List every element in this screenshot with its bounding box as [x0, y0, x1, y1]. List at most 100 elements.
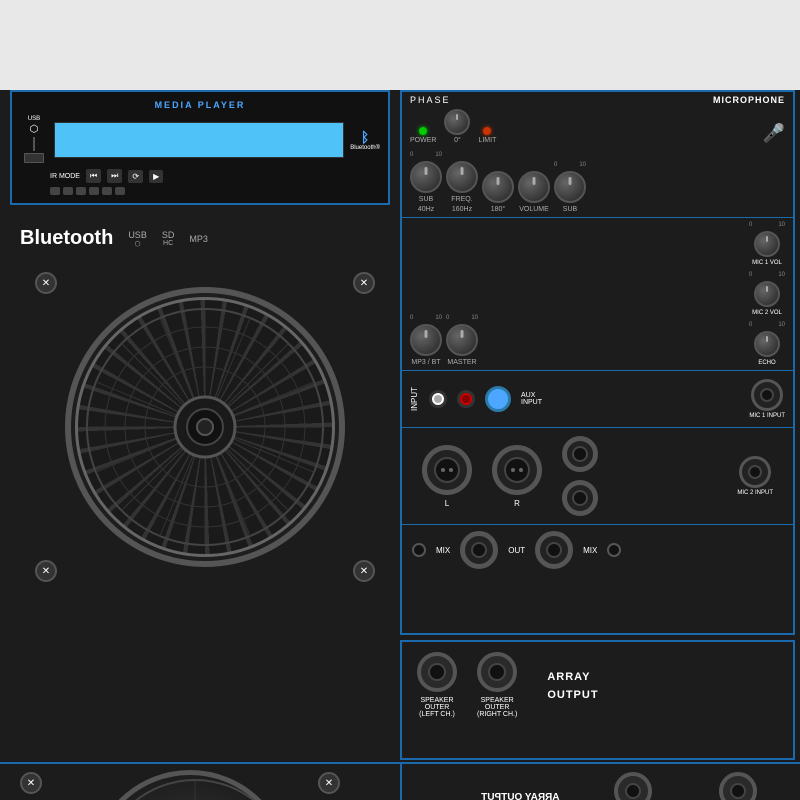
sub-left-knob[interactable] — [410, 161, 442, 193]
play-btn[interactable]: ▶ — [149, 170, 163, 183]
xlr-right-pin2 — [519, 468, 523, 472]
phase-zero-group: 0° — [444, 109, 470, 144]
dot-1[interactable] — [50, 187, 60, 195]
master-scale-0: 0 — [446, 315, 449, 321]
fan-area: ✕ ✕ ✕ ✕ — [25, 262, 385, 592]
next-btn[interactable]: ⏭ — [107, 169, 122, 183]
mic1-input-label: MIC 1 INPUT — [749, 413, 785, 419]
aux-input-label: AUX INPUT — [521, 392, 542, 406]
sub-left-scale-0: 0 — [410, 152, 413, 158]
freq-knob[interactable] — [446, 161, 478, 193]
rca-right-jack[interactable] — [457, 390, 475, 408]
mic1-input-inner — [760, 388, 774, 402]
sub-left-scale: 0 10 — [410, 152, 442, 158]
mp3-conn-icon: MP3 — [189, 234, 208, 244]
phase-zero-label: 0° — [454, 137, 461, 144]
sub-right-knob[interactable] — [554, 171, 586, 203]
hz40-label: 40Hz — [418, 206, 434, 213]
lower-screw-left: ✕ — [20, 772, 42, 794]
master-knob[interactable] — [446, 324, 478, 356]
mp3-master-row: 0 10 MP3 / BT 0 10 MASTER — [402, 217, 793, 370]
mp3-bt-knob[interactable] — [410, 324, 442, 356]
lower-fan-svg — [95, 775, 295, 800]
mic2-vol-scale: 0 10 — [749, 272, 785, 278]
prev-btn[interactable]: ⏮ — [86, 169, 101, 183]
screw-bottom-right: ✕ — [353, 560, 375, 582]
dot-5[interactable] — [102, 187, 112, 195]
phase-zero-knob[interactable] — [444, 109, 470, 135]
phase-title: PHASE — [410, 95, 451, 105]
mic1-input-port[interactable] — [751, 379, 783, 411]
xlr-section: L R — [402, 427, 793, 524]
extra-jacks — [562, 436, 598, 516]
aux-input-jack[interactable] — [485, 386, 511, 412]
mic-symbol-icon: 🎤 — [763, 123, 785, 144]
left-section: MEDIA PLAYER USB ⬡ ᛒ Blueto — [10, 90, 400, 620]
screw-bl-symbol: ✕ — [42, 566, 50, 577]
reflected-jack-left — [719, 772, 757, 800]
screw-top-left: ✕ — [35, 272, 57, 294]
echo-group: 0 10 ECHO — [749, 322, 785, 366]
dot-6[interactable] — [115, 187, 125, 195]
mic2-input-label: MIC 2 INPUT — [737, 490, 773, 496]
xlr-left-label: L — [445, 499, 449, 508]
ir-mode-section: IR MODE ⏮ ⏭ ⟳ ▶ — [20, 169, 380, 183]
mic-strip: 0 10 MIC 1 VOL 0 10 MIC 2 VOL — [749, 222, 785, 366]
power-label: POWER — [410, 137, 436, 144]
main-panel: MEDIA PLAYER USB ⬡ ᛒ Blueto — [0, 90, 800, 800]
extra-jack-1[interactable] — [562, 436, 598, 472]
mic-icon-group: 🎤 — [763, 123, 785, 144]
speaker-section: SPEAKER OUTER (LEFT CH.) SPEAKER OUTER (… — [400, 640, 795, 760]
media-player-inner: USB ⬡ ᛒ Bluetooth® — [20, 116, 380, 163]
echo-knob[interactable] — [754, 331, 780, 357]
mic2-vol-knob[interactable] — [754, 281, 780, 307]
top-labels-row: PHASE MICROPHONE — [402, 92, 793, 105]
mic2-input-port[interactable] — [739, 456, 771, 488]
xlr-left-jack[interactable] — [422, 445, 472, 495]
freq-label: FREQ. — [451, 196, 472, 203]
mix-xlr-left[interactable] — [460, 531, 498, 569]
extra-jack-2-inner — [572, 490, 588, 506]
echo-scale-0: 0 — [749, 322, 752, 328]
mic1-vol-knob[interactable] — [754, 231, 780, 257]
mix-xlr-right[interactable] — [535, 531, 573, 569]
mic2-vol-label: MIC 2 VOL — [752, 310, 782, 316]
mp3-scale-10: 10 — [435, 315, 442, 321]
reflected-speaker-row: SPEAKER OUTER (LEFT CH.) SPEAKER OUTER (… — [402, 764, 795, 800]
rca-left-jack[interactable] — [429, 390, 447, 408]
dot-3[interactable] — [76, 187, 86, 195]
bluetooth-text: Bluetooth — [20, 227, 113, 250]
lower-fan-partial — [90, 770, 290, 800]
mp3-scale-0: 0 — [410, 315, 413, 321]
screw-tl-symbol: ✕ — [42, 278, 50, 289]
limit-led — [483, 127, 491, 135]
rca-left-inner — [434, 395, 442, 403]
media-player-title: MEDIA PLAYER — [20, 100, 380, 110]
speaker-outer-right-jack[interactable] — [477, 652, 517, 692]
speaker-outer-left-jack[interactable] — [417, 652, 457, 692]
xlr-right-jack[interactable] — [492, 445, 542, 495]
volume-knob[interactable] — [518, 171, 550, 203]
mix-out-row: MIX OUT MIX — [402, 524, 793, 575]
dot-4[interactable] — [89, 187, 99, 195]
device-container: MEDIA PLAYER USB ⬡ ᛒ Blueto — [0, 0, 800, 800]
mic2-input-inner — [748, 465, 762, 479]
dot-2[interactable] — [63, 187, 73, 195]
mic1-input-group: MIC 1 INPUT — [749, 379, 785, 419]
limit-label: LIMIT — [478, 137, 496, 144]
screw-tl-circle: ✕ — [35, 272, 57, 294]
main-knobs-row: 0 10 SUB 40Hz FREQ. 160Hz 180° — [402, 148, 793, 217]
phase180-section: 180° — [482, 171, 514, 213]
echo-label: ECHO — [758, 360, 775, 366]
phase-controls-row: POWER 0° LIMIT 🎤 — [402, 105, 793, 148]
repeat-btn[interactable]: ⟳ — [128, 170, 143, 183]
usb-conn-icon: USB ⬡ — [128, 230, 147, 248]
screw-br-circle: ✕ — [353, 560, 375, 582]
phase180-knob[interactable] — [482, 171, 514, 203]
reflected-jack-right — [614, 772, 652, 800]
mix-xlr-left-inner — [471, 542, 487, 558]
sub-right-section: 0 10 SUB — [554, 162, 586, 213]
sd-card-icon — [24, 153, 44, 163]
extra-jack-2[interactable] — [562, 480, 598, 516]
reflected-array-text: ARRAY OUTPUT — [481, 792, 559, 800]
